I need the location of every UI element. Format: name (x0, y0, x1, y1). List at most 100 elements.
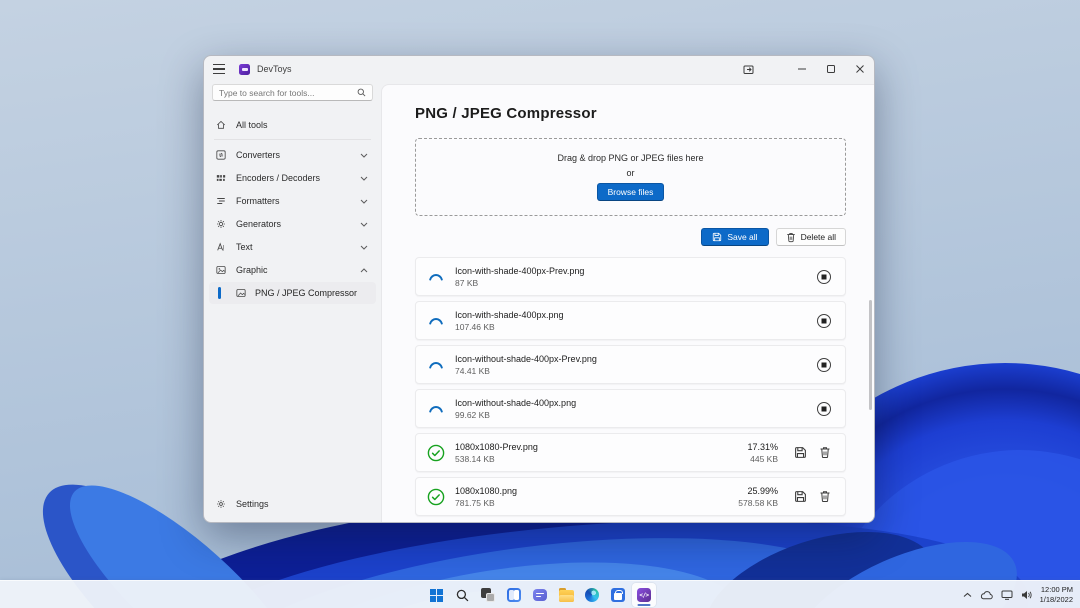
sidebar-item-png-jpeg-compressor[interactable]: PNG / JPEG Compressor (209, 282, 376, 304)
desktop: DevToys (0, 0, 1080, 608)
file-explorer-button[interactable] (554, 583, 578, 607)
dropzone-text: Drag & drop PNG or JPEG files here (557, 153, 703, 163)
search-input[interactable] (219, 88, 357, 98)
cancel-compression-button[interactable] (817, 270, 831, 284)
sidebar-item-all-tools[interactable]: All tools (209, 114, 376, 136)
sidebar-item-graphic[interactable]: Graphic (209, 259, 376, 281)
file-name: Icon-with-shade-400px-Prev.png (455, 266, 584, 276)
search-icon (357, 88, 366, 97)
taskbar-search-button[interactable] (450, 583, 474, 607)
cancel-compression-button[interactable] (817, 358, 831, 372)
sidebar-item-converters[interactable]: Converters (209, 144, 376, 166)
sidebar-item-text[interactable]: Text (209, 236, 376, 258)
progress-spinner-icon (427, 268, 445, 286)
graphic-tools-icon (215, 265, 226, 276)
edge-button[interactable] (580, 583, 604, 607)
file-name: Icon-without-shade-400px-Prev.png (455, 354, 597, 364)
cancel-compression-button[interactable] (817, 314, 831, 328)
devtoys-icon: </> (637, 588, 651, 602)
onedrive-cloud-icon[interactable] (980, 591, 993, 600)
file-row: 1080x1080-Prev.png 538.14 KB 17.31% 445 … (415, 433, 846, 472)
chevron-down-icon (360, 176, 368, 181)
file-list: Icon-with-shade-400px-Prev.png 87 KB Ico… (415, 257, 846, 516)
scrollbar[interactable] (869, 300, 872, 410)
task-view-icon (481, 588, 495, 602)
success-check-icon (427, 488, 445, 506)
taskbar-clock[interactable]: 12:00 PM 1/18/2022 (1040, 585, 1073, 605)
bulk-actions: Save all Delete all (415, 228, 846, 246)
search-box[interactable] (212, 84, 373, 101)
file-original-size: 74.41 KB (455, 366, 597, 376)
tray-chevron-up-icon[interactable] (963, 592, 972, 598)
trash-icon (786, 232, 796, 243)
hamburger-menu-button[interactable] (213, 60, 233, 78)
file-original-size: 87 KB (455, 278, 584, 288)
devtoys-logo-icon (239, 64, 250, 75)
close-button[interactable] (845, 56, 874, 82)
save-all-button[interactable]: Save all (701, 228, 768, 246)
chat-icon (533, 589, 547, 601)
progress-spinner-icon (427, 400, 445, 418)
network-icon[interactable] (1001, 590, 1013, 600)
edge-icon (585, 588, 599, 602)
taskbar: </> 12:00 PM 1/18/2022 (0, 580, 1080, 608)
progress-spinner-icon (427, 312, 445, 330)
file-original-size: 99.62 KB (455, 410, 576, 420)
search-icon (456, 589, 469, 602)
sidebar-item-encoders-decoders[interactable]: Encoders / Decoders (209, 167, 376, 189)
generators-icon (215, 219, 226, 230)
windows-logo-icon (430, 589, 443, 602)
file-name: Icon-with-shade-400px.png (455, 310, 564, 320)
main-content: PNG / JPEG Compressor Drag & drop PNG or… (381, 84, 874, 522)
dropzone[interactable]: Drag & drop PNG or JPEG files here or Br… (415, 138, 846, 216)
file-name: Icon-without-shade-400px.png (455, 398, 576, 408)
file-original-size: 538.14 KB (455, 454, 538, 464)
file-original-size: 107.46 KB (455, 322, 564, 332)
home-icon (215, 120, 226, 131)
minimize-button[interactable] (787, 56, 816, 82)
browse-files-button[interactable]: Browse files (597, 183, 665, 201)
formatters-icon (215, 196, 226, 207)
page-title: PNG / JPEG Compressor (415, 105, 874, 122)
dropzone-or-text: or (626, 168, 634, 178)
file-name: 1080x1080-Prev.png (455, 442, 538, 452)
sidebar-nav: All tools Converters Encoder (204, 110, 381, 522)
maximize-button[interactable] (816, 56, 845, 82)
start-button[interactable] (424, 583, 448, 607)
text-tools-icon (215, 242, 226, 253)
delete-file-button[interactable] (819, 490, 831, 503)
chevron-down-icon (360, 153, 368, 158)
sidebar-item-settings[interactable]: Settings (209, 493, 376, 515)
microsoft-store-icon (611, 588, 625, 602)
save-file-button[interactable] (794, 490, 807, 503)
window-controls (734, 56, 874, 82)
volume-icon[interactable] (1021, 590, 1032, 600)
task-view-button[interactable] (476, 583, 500, 607)
compression-percentage: 25.99% (738, 486, 778, 496)
taskbar-icons: </> (424, 581, 656, 608)
devtoys-taskbar-button[interactable]: </> (632, 583, 656, 607)
cancel-compression-button[interactable] (817, 402, 831, 416)
delete-all-button[interactable]: Delete all (776, 228, 846, 246)
file-row: Icon-with-shade-400px.png 107.46 KB (415, 301, 846, 340)
sidebar-item-generators[interactable]: Generators (209, 213, 376, 235)
devtoys-window: DevToys (203, 55, 875, 523)
sidebar-divider (214, 139, 371, 140)
chevron-up-icon (360, 268, 368, 273)
chat-button[interactable] (528, 583, 552, 607)
widgets-button[interactable] (502, 583, 526, 607)
file-row: Icon-with-shade-400px-Prev.png 87 KB (415, 257, 846, 296)
selected-indicator (218, 287, 221, 299)
sidebar-item-formatters[interactable]: Formatters (209, 190, 376, 212)
clock-date: 1/18/2022 (1040, 595, 1073, 605)
success-check-icon (427, 444, 445, 462)
titlebar: DevToys (204, 56, 874, 82)
compact-overlay-button[interactable] (734, 56, 763, 82)
delete-file-button[interactable] (819, 446, 831, 459)
store-button[interactable] (606, 583, 630, 607)
chevron-down-icon (360, 245, 368, 250)
file-row: Icon-without-shade-400px.png 99.62 KB (415, 389, 846, 428)
file-row: 1080x1080.png 781.75 KB 25.99% 578.58 KB (415, 477, 846, 516)
file-original-size: 781.75 KB (455, 498, 517, 508)
save-file-button[interactable] (794, 446, 807, 459)
